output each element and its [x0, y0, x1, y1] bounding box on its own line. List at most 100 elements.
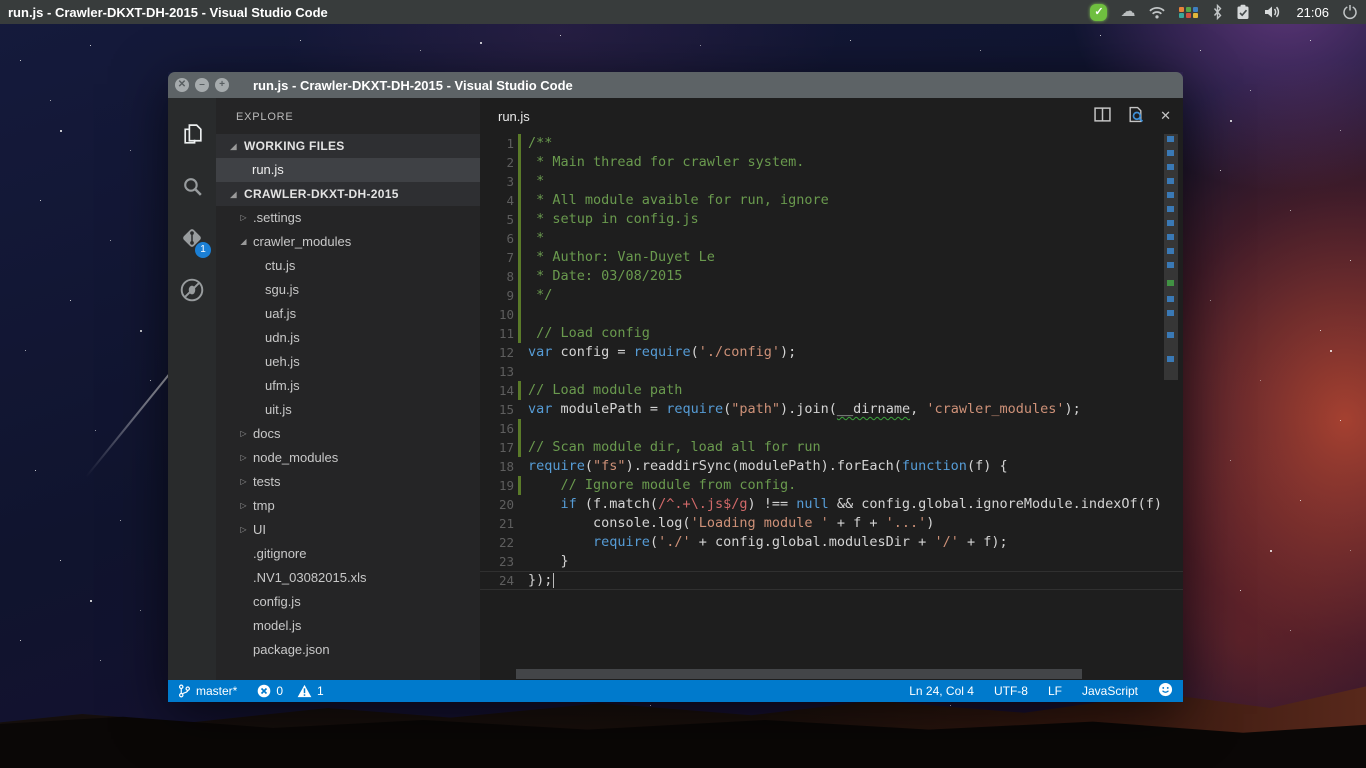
tree-item-sgu.js[interactable]: sgu.js: [216, 278, 480, 302]
code-line-11[interactable]: 11 // Load config: [480, 324, 1183, 343]
minimize-window-button[interactable]: –: [195, 78, 209, 92]
variety-icon[interactable]: [1179, 2, 1199, 22]
tree-item-package.json[interactable]: package.json: [216, 638, 480, 662]
root-folder-section[interactable]: ◢ CRAWLER-DKXT-DH-2015: [216, 182, 480, 206]
git-change-bar: [518, 419, 521, 438]
tree-item-node_modules[interactable]: ▷node_modules: [216, 446, 480, 470]
tree-item-tests[interactable]: ▷tests: [216, 470, 480, 494]
code-line-10[interactable]: 10: [480, 305, 1183, 324]
code-line-8[interactable]: 8 * Date: 03/08/2015: [480, 267, 1183, 286]
code-line-4[interactable]: 4 * All module avaible for run, ignore: [480, 191, 1183, 210]
tree-item-docs[interactable]: ▷docs: [216, 422, 480, 446]
tree-item-ufm.js[interactable]: ufm.js: [216, 374, 480, 398]
tree-item-udn.js[interactable]: udn.js: [216, 326, 480, 350]
working-files-section[interactable]: ◢ WORKING FILES: [216, 134, 480, 158]
explorer-icon[interactable]: [168, 108, 216, 160]
split-editor-icon[interactable]: [1094, 107, 1111, 125]
git-change-bar: [518, 248, 521, 267]
tree-item-uit.js[interactable]: uit.js: [216, 398, 480, 422]
feedback-smiley-icon[interactable]: [1158, 682, 1173, 700]
tree-item-.NV1_03082015.xls[interactable]: .NV1_03082015.xls: [216, 566, 480, 590]
horizontal-scrollbar-thumb[interactable]: [516, 669, 1082, 679]
skype-icon[interactable]: ✓: [1090, 2, 1107, 22]
file-tree: ▷.settings◢crawler_modulesctu.jssgu.jsua…: [216, 206, 480, 662]
code-line-1[interactable]: 1/**: [480, 134, 1183, 153]
code-line-16[interactable]: 16: [480, 419, 1183, 438]
ruler-mark: [1167, 234, 1174, 240]
code-line-7[interactable]: 7 * Author: Van-Duyet Le: [480, 248, 1183, 267]
code-line-9[interactable]: 9 */: [480, 286, 1183, 305]
close-window-button[interactable]: ✕: [175, 78, 189, 92]
tree-item-uaf.js[interactable]: uaf.js: [216, 302, 480, 326]
code-line-14[interactable]: 14// Load module path: [480, 381, 1183, 400]
eol-indicator[interactable]: LF: [1048, 684, 1062, 698]
tree-item-model.js[interactable]: model.js: [216, 614, 480, 638]
tab-run-js[interactable]: run.js: [498, 109, 530, 124]
cloud-sync-icon[interactable]: ☁: [1120, 2, 1135, 22]
maximize-window-button[interactable]: +: [215, 78, 229, 92]
code-text: * Author: Van-Duyet Le: [528, 248, 715, 267]
encoding-indicator[interactable]: UTF-8: [994, 684, 1028, 698]
tree-item-ctu.js[interactable]: ctu.js: [216, 254, 480, 278]
status-bar: master* 0 1 Ln 24, Col 4 UTF-8 LF JavaSc…: [168, 680, 1183, 702]
code-text: require('./' + config.global.modulesDir …: [528, 533, 1008, 552]
code-line-23[interactable]: 23 }: [480, 552, 1183, 571]
overview-ruler[interactable]: [1164, 134, 1178, 668]
clock[interactable]: 21:06: [1296, 5, 1329, 20]
explorer-sidebar: EXPLORE ◢ WORKING FILES run.js ◢ CRAWLER…: [216, 98, 480, 680]
warning-count[interactable]: 1: [297, 684, 324, 698]
tree-item-ueh.js[interactable]: ueh.js: [216, 350, 480, 374]
preview-search-icon[interactable]: [1127, 106, 1144, 126]
error-count[interactable]: 0: [257, 684, 283, 698]
git-icon[interactable]: 1: [168, 212, 216, 264]
code-line-24[interactable]: 24});: [480, 571, 1183, 590]
vertical-scrollbar-thumb[interactable]: [1164, 134, 1178, 380]
code-line-18[interactable]: 18require("fs").readdirSync(modulePath).…: [480, 457, 1183, 476]
software-updater-icon[interactable]: [1236, 2, 1250, 22]
code-line-12[interactable]: 12var config = require('./config');: [480, 343, 1183, 362]
working-file-run.js[interactable]: run.js: [216, 158, 480, 182]
ruler-mark: [1167, 248, 1174, 254]
code-line-19[interactable]: 19 // Ignore module from config.: [480, 476, 1183, 495]
editor-pane: run.js ✕ 1/**2 * Main thread for crawler…: [480, 98, 1183, 680]
window-titlebar[interactable]: ✕ – + run.js - Crawler-DKXT-DH-2015 - Vi…: [168, 72, 1183, 98]
session-menu-icon[interactable]: [1342, 2, 1358, 22]
ruler-mark: [1167, 356, 1174, 362]
code-line-17[interactable]: 17// Scan module dir, load all for run: [480, 438, 1183, 457]
tree-item-tmp[interactable]: ▷tmp: [216, 494, 480, 518]
code-line-20[interactable]: 20 if (f.match(/^.+\.js$/g) !== null && …: [480, 495, 1183, 514]
code-line-2[interactable]: 2 * Main thread for crawler system.: [480, 153, 1183, 172]
git-badge: 1: [195, 242, 211, 258]
code-line-13[interactable]: 13: [480, 362, 1183, 381]
tree-item-.gitignore[interactable]: .gitignore: [216, 542, 480, 566]
line-number: 16: [480, 419, 514, 438]
code-text: require("fs").readdirSync(modulePath).fo…: [528, 457, 1008, 476]
folder-label: node_modules: [253, 446, 338, 470]
chevron-expanded-icon: ◢: [238, 230, 249, 254]
tree-item-.settings[interactable]: ▷.settings: [216, 206, 480, 230]
code-line-15[interactable]: 15var modulePath = require("path").join(…: [480, 400, 1183, 419]
code-area[interactable]: 1/**2 * Main thread for crawler system.3…: [480, 134, 1183, 680]
close-tab-icon[interactable]: ✕: [1160, 108, 1171, 124]
ruler-mark: [1167, 192, 1174, 198]
code-text: * setup in config.js: [528, 210, 699, 229]
debug-icon[interactable]: [168, 264, 216, 316]
code-line-5[interactable]: 5 * setup in config.js: [480, 210, 1183, 229]
code-line-3[interactable]: 3 *: [480, 172, 1183, 191]
ruler-mark: [1167, 262, 1174, 268]
code-line-22[interactable]: 22 require('./' + config.global.modulesD…: [480, 533, 1183, 552]
code-line-21[interactable]: 21 console.log('Loading module ' + f + '…: [480, 514, 1183, 533]
code-line-6[interactable]: 6 *: [480, 229, 1183, 248]
tree-item-UI[interactable]: ▷UI: [216, 518, 480, 542]
tree-item-config.js[interactable]: config.js: [216, 590, 480, 614]
tree-item-crawler_modules[interactable]: ◢crawler_modules: [216, 230, 480, 254]
search-icon[interactable]: [168, 160, 216, 212]
git-change-bar: [518, 153, 521, 172]
language-indicator[interactable]: JavaScript: [1082, 684, 1138, 698]
line-number: 11: [480, 324, 514, 343]
bluetooth-icon[interactable]: [1212, 2, 1223, 22]
cursor-position[interactable]: Ln 24, Col 4: [909, 684, 974, 698]
volume-icon[interactable]: [1263, 2, 1283, 22]
wifi-icon[interactable]: [1148, 2, 1166, 22]
git-branch-status[interactable]: master*: [178, 683, 237, 699]
